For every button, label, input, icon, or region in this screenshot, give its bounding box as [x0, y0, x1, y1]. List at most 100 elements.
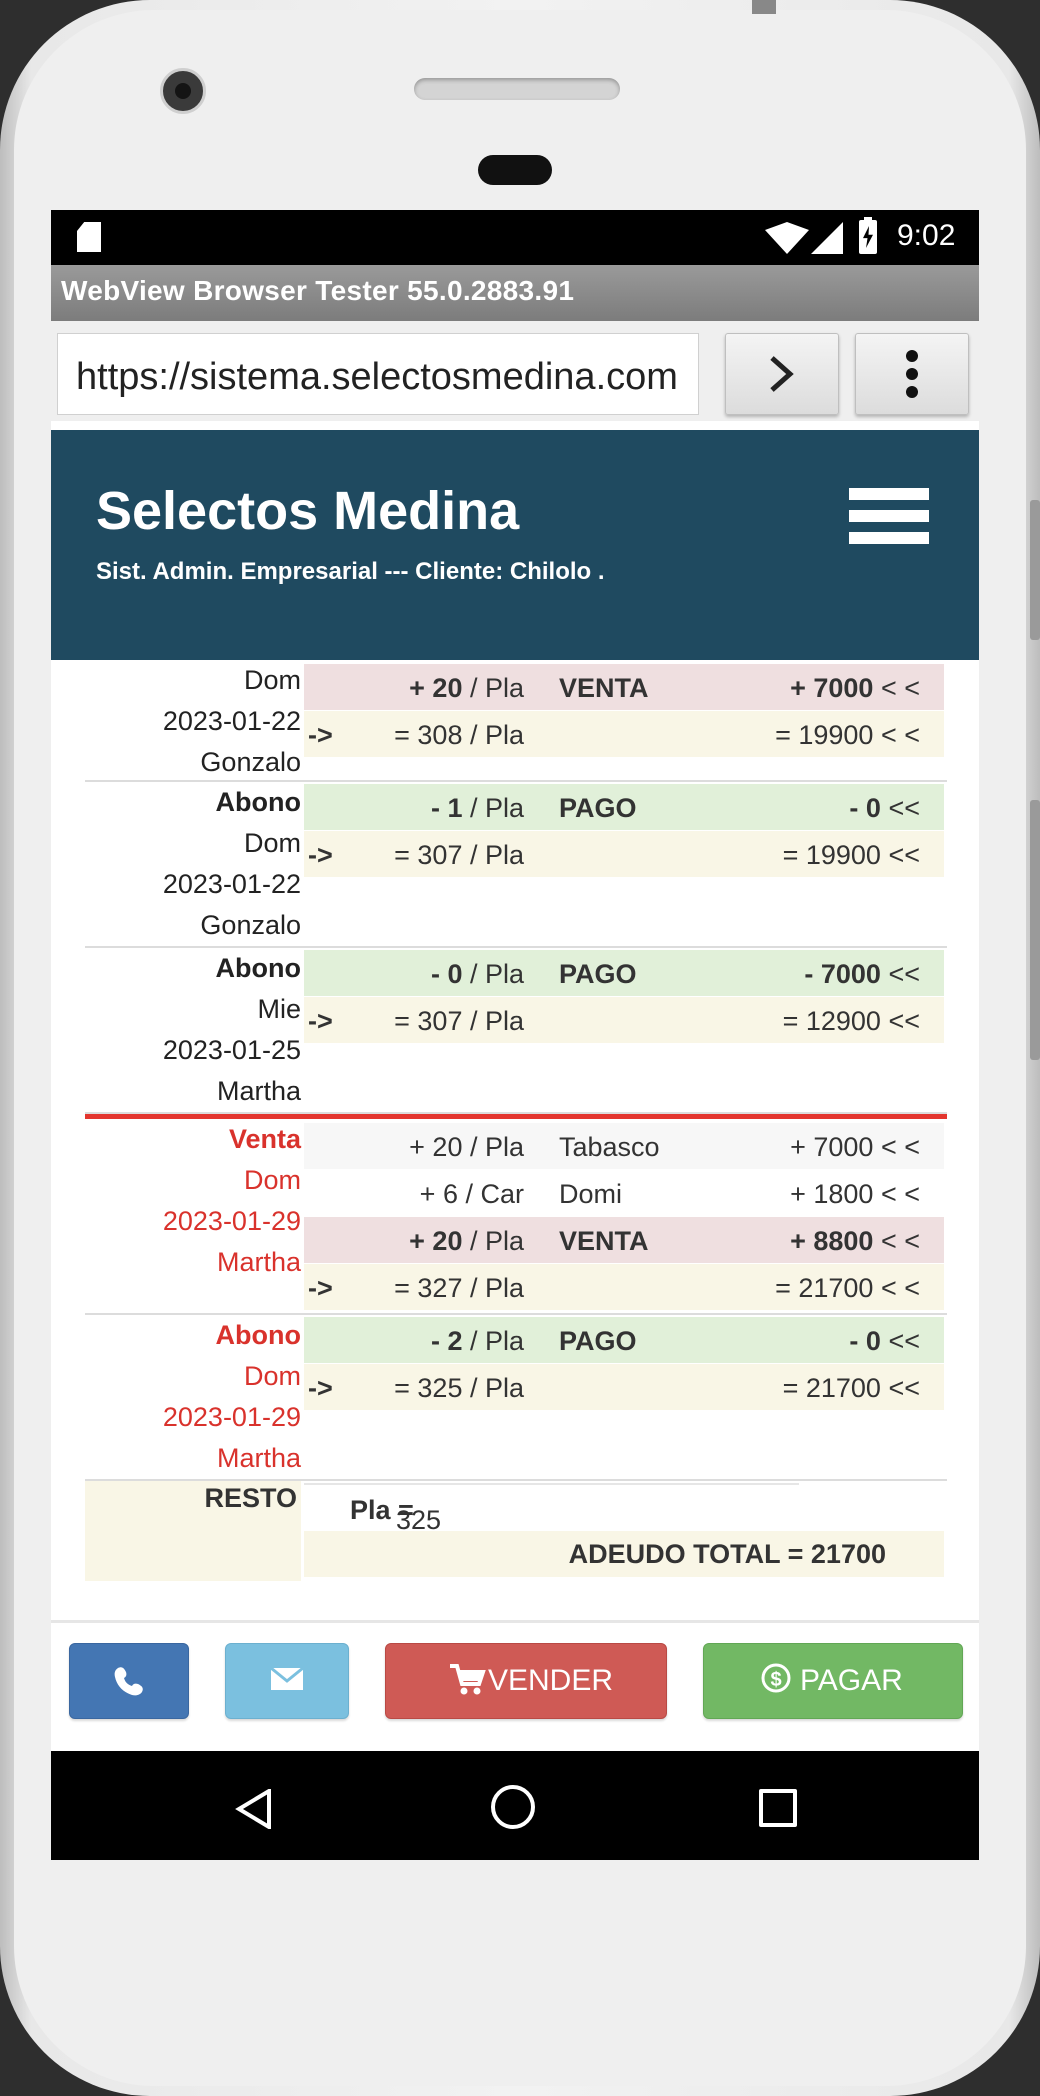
row-desc: PAGO	[559, 1326, 637, 1356]
entry-user: Martha	[216, 1247, 301, 1277]
entry-date-block: Venta Dom 2023-01-29 Martha	[85, 1119, 301, 1283]
app-title: WebView Browser Tester 55.0.2883.91	[61, 275, 575, 306]
email-button[interactable]	[225, 1643, 349, 1719]
entry-weekday: Dom	[243, 828, 301, 858]
chevron-right-icon	[770, 356, 794, 392]
entry-weekday: Dom	[243, 1165, 301, 1195]
row-quantity: = 307 / Pla	[394, 1006, 524, 1037]
hamburger-icon[interactable]	[849, 488, 931, 552]
proximity-sensor	[478, 155, 552, 185]
row-sign: =	[394, 1273, 418, 1303]
row-amt: 12900	[805, 1006, 881, 1036]
call-button[interactable]	[69, 1643, 189, 1719]
resto-label-cell: RESTO	[85, 1481, 301, 1581]
row-unit: / Pla	[462, 1373, 524, 1403]
resto-stock: Pla = 325	[350, 1495, 441, 1535]
home-icon[interactable]	[491, 1785, 535, 1829]
row-quantity: + 20 / Pla	[409, 673, 524, 704]
transaction-row: + 20 / Pla VENTA + 7000 < <	[304, 664, 944, 710]
recents-icon[interactable]	[759, 1789, 797, 1827]
row-amount: - 7000 <<	[804, 959, 920, 990]
phone-icon	[114, 1667, 143, 1696]
entry-user: Martha	[216, 1076, 301, 1106]
row-suffix: < <	[873, 673, 920, 703]
row-amt_sign: +	[790, 1179, 814, 1209]
row-qty: 0	[447, 959, 463, 989]
row-quantity: + 6 / Car	[420, 1179, 524, 1210]
row-suffix: < <	[873, 1132, 920, 1162]
adeudo-total: ADEUDO TOTAL = 21700	[568, 1539, 886, 1569]
action-bar: VENDER $ PAGAR	[51, 1620, 979, 1754]
transaction-row: -> = 327 / Pla = 21700 < <	[304, 1264, 944, 1310]
system-nav-bar	[51, 1751, 979, 1860]
row-suffix: < <	[873, 1273, 920, 1303]
vender-button[interactable]: VENDER	[385, 1643, 667, 1719]
svg-text:$: $	[770, 1669, 781, 1691]
ledger-entry: Abono Dom 2023-01-22 Gonzalo - 1 / Pla PAGO - …	[85, 782, 947, 948]
row-qty: 6	[442, 1179, 458, 1209]
row-desc: Domi	[559, 1179, 623, 1209]
row-unit: / Pla	[462, 959, 524, 989]
row-sign: +	[419, 1179, 443, 1209]
row-amt_sign: =	[775, 1273, 799, 1303]
side-button	[1030, 800, 1040, 1060]
ledger-entry: Dom 2023-01-22 Gonzalo + 20 / Pla VENTA + 700…	[85, 660, 947, 782]
url-input[interactable]: https://sistema.selectosmedina.com	[57, 333, 699, 415]
entry-weekday: Mie	[257, 994, 301, 1024]
row-unit: / Pla	[462, 793, 524, 823]
ledger-entry: Venta Dom 2023-01-29 Martha + 20 / Pla Tabasc…	[85, 1119, 947, 1315]
row-unit: / Pla	[462, 673, 524, 703]
row-prefix: ->	[308, 720, 333, 750]
row-sign: +	[409, 1226, 433, 1256]
entry-user: Martha	[216, 1443, 301, 1473]
row-quantity: - 0 / Pla	[431, 959, 524, 990]
transaction-row: -> = 307 / Pla = 12900 <<	[304, 997, 944, 1043]
transaction-row: -> = 325 / Pla = 21700 <<	[304, 1364, 944, 1410]
row-sign: +	[409, 1132, 433, 1162]
row-description: PAGO	[559, 1326, 637, 1357]
row-quantity: + 20 / Pla	[409, 1132, 524, 1163]
entry-date: 2023-01-29	[162, 1206, 301, 1236]
row-amt_sign: -	[804, 959, 821, 989]
entry-date: 2023-01-29	[162, 1402, 301, 1432]
entry-date-block: Dom 2023-01-22 Gonzalo	[85, 660, 301, 783]
row-suffix: <<	[880, 959, 920, 989]
back-icon[interactable]	[235, 1789, 275, 1829]
row-amt: 21700	[798, 1273, 874, 1303]
row-amount: = 21700 < <	[775, 1273, 920, 1304]
row-amt: 7000	[813, 1132, 874, 1162]
row-sign: -	[430, 1326, 448, 1356]
entry-date: 2023-01-22	[162, 869, 301, 899]
status-bar: 9:02	[51, 210, 979, 265]
brand-title[interactable]: Selectos Medina	[96, 480, 519, 542]
row-quantity: = 307 / Pla	[394, 840, 524, 871]
site-header: Selectos Medina Sist. Admin. Empresarial…	[51, 430, 979, 660]
row-amount: = 12900 <<	[783, 1006, 920, 1037]
row-qty: 2	[447, 1326, 463, 1356]
go-button[interactable]	[725, 333, 839, 415]
row-unit: / Pla	[462, 1006, 524, 1036]
row-amt: 1800	[813, 1179, 874, 1209]
entry-date-block: Abono Mie 2023-01-25 Martha	[85, 948, 301, 1112]
row-suffix: < <	[873, 1226, 920, 1256]
resto-total-row: ADEUDO TOTAL = 21700	[304, 1531, 944, 1577]
url-text: https://sistema.selectosmedina.com	[76, 356, 678, 398]
row-quantity: - 1 / Pla	[431, 793, 524, 824]
row-unit: / Pla	[462, 1273, 524, 1303]
overflow-menu-button[interactable]	[855, 333, 969, 415]
row-qty: 20	[432, 673, 463, 703]
pagar-button[interactable]: $ PAGAR	[703, 1643, 963, 1719]
transaction-row: + 6 / Car Domi + 1800 < <	[304, 1170, 944, 1216]
earpiece-speaker	[414, 78, 620, 100]
envelope-icon	[270, 1666, 304, 1690]
row-prefix: ->	[308, 840, 333, 870]
row-arrow: ->	[308, 840, 333, 871]
sd-card-icon	[77, 222, 101, 252]
row-arrow: ->	[308, 1006, 333, 1037]
row-desc: PAGO	[559, 959, 637, 989]
row-amt_sign: -	[849, 1326, 866, 1356]
entry-type: Abono	[215, 1320, 301, 1350]
row-unit: / Pla	[462, 1132, 524, 1162]
app-title-bar: WebView Browser Tester 55.0.2883.91	[51, 265, 979, 321]
resto-stock-row: Pla = 325	[304, 1483, 799, 1535]
